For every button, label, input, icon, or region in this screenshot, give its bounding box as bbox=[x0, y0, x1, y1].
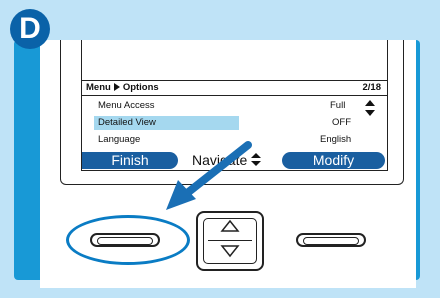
right-softkey-button[interactable] bbox=[296, 233, 366, 247]
menu-row-detailed-view[interactable]: Detailed View OFF bbox=[94, 116, 374, 130]
lcd-screen: Menu Options 2/18 Menu Access Full Detail… bbox=[81, 40, 388, 171]
menu-row-value: OFF bbox=[332, 117, 351, 128]
breadcrumb: Menu Options bbox=[86, 82, 159, 93]
menu-row-label: Language bbox=[98, 134, 141, 145]
menu-row-label: Detailed View bbox=[98, 117, 156, 128]
navigate-label: Navigate bbox=[192, 152, 262, 169]
up-down-arrows-icon bbox=[365, 100, 375, 116]
menu-row-value: Full bbox=[330, 100, 346, 111]
down-triangle-icon[interactable] bbox=[220, 244, 240, 258]
step-badge: D bbox=[10, 9, 50, 49]
breadcrumb-parent: Menu bbox=[86, 82, 111, 93]
menu-row-label: Menu Access bbox=[98, 100, 155, 111]
navigation-divider bbox=[208, 240, 252, 241]
up-triangle-icon[interactable] bbox=[220, 219, 240, 233]
modify-softkey[interactable]: Modify bbox=[282, 152, 385, 169]
navigation-button[interactable] bbox=[196, 211, 264, 271]
softkey-bar: Finish Navigate Modify bbox=[82, 152, 387, 170]
triangle-right-icon bbox=[113, 83, 120, 91]
menu-title-bar: Menu Options 2/18 bbox=[82, 80, 387, 96]
navigate-text: Navigate bbox=[192, 152, 248, 168]
menu-row-language[interactable]: Language English bbox=[94, 133, 374, 147]
menu-row-menu-access[interactable]: Menu Access Full bbox=[94, 99, 374, 113]
breadcrumb-child: Options bbox=[122, 82, 159, 93]
menu-row-value: English bbox=[320, 134, 352, 145]
navigate-arrows-icon bbox=[251, 153, 262, 166]
finish-softkey[interactable]: Finish bbox=[82, 152, 178, 169]
highlight-callout bbox=[66, 215, 190, 265]
page-indicator: 2/18 bbox=[362, 82, 382, 93]
